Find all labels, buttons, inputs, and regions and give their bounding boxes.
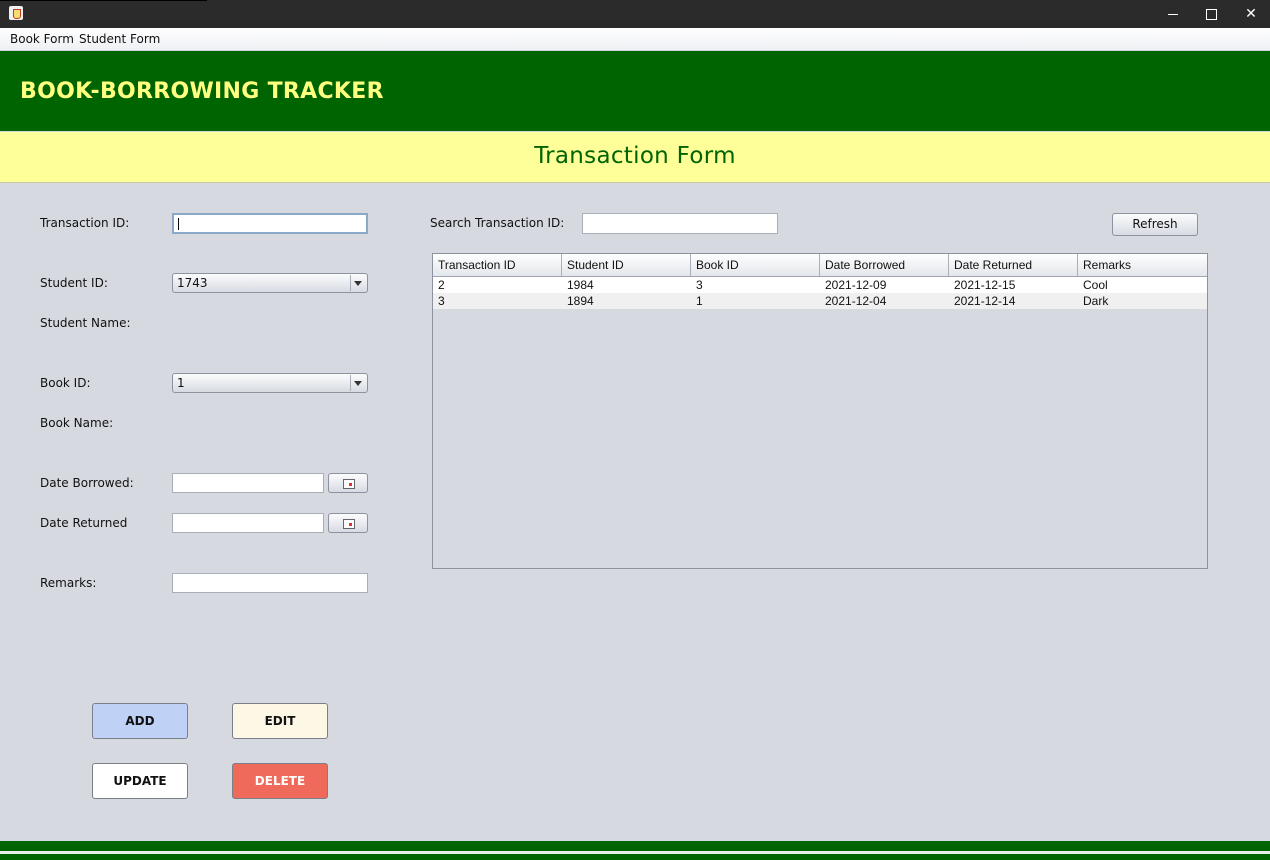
calendar-icon [343,519,355,529]
table-cell: 2 [438,278,445,292]
table-cell: Cool [1083,278,1108,292]
menu-student-form[interactable]: Student Form [79,32,160,46]
text-caret [178,218,179,230]
table-cell: 3 [438,294,445,308]
titlebar-edge [0,0,207,1]
student-id-value: 1743 [177,276,208,290]
column-header-remarks[interactable]: Remarks [1078,254,1207,276]
menu-book-form[interactable]: Book Form [10,32,74,46]
chevron-down-icon[interactable] [350,275,366,291]
column-header-student-id[interactable]: Student ID [562,254,691,276]
table-row[interactable]: 2 1984 3 2021-12-09 2021-12-15 Cool [433,277,1207,293]
column-header-date-borrowed[interactable]: Date Borrowed [820,254,949,276]
table-cell: 1894 [567,294,594,308]
app-title: BOOK-BORROWING TRACKER [20,79,384,104]
table-cell: 2021-12-14 [954,294,1016,308]
chevron-down-icon[interactable] [350,375,366,391]
book-id-label: Book ID: [40,376,91,390]
table-cell: 1984 [567,278,594,292]
date-returned-calendar-button[interactable] [328,513,368,533]
search-transaction-label: Search Transaction ID: [430,216,565,230]
column-header-transaction-id[interactable]: Transaction ID [433,254,562,276]
book-name-label: Book Name: [40,416,114,430]
table-cell: 1 [696,294,703,308]
menubar: Book Form Student Form [0,28,1270,51]
column-header-date-returned[interactable]: Date Returned [949,254,1078,276]
column-header-book-id[interactable]: Book ID [691,254,820,276]
date-borrowed-calendar-button[interactable] [328,473,368,493]
table-cell: Dark [1083,294,1109,308]
transaction-id-input[interactable] [172,213,368,234]
date-borrowed-label: Date Borrowed: [40,476,134,490]
remarks-label: Remarks: [40,576,97,590]
table-cell: 2021-12-15 [954,278,1016,292]
form-title: Transaction Form [534,143,736,169]
student-id-label: Student ID: [40,276,108,290]
search-transaction-input[interactable] [582,213,778,234]
date-borrowed-input[interactable] [172,473,324,493]
student-id-select[interactable]: 1743 [172,273,368,293]
transactions-table[interactable]: Transaction ID Student ID Book ID Date B… [432,253,1208,569]
app-header: BOOK-BORROWING TRACKER [0,51,1270,131]
footer-bar-bottom [0,854,1270,860]
table-row[interactable]: 3 1894 1 2021-12-04 2021-12-14 Dark [433,293,1207,309]
date-returned-label: Date Returned [40,516,128,530]
edit-button[interactable]: EDIT [232,703,328,739]
java-app-icon [9,6,23,20]
window-titlebar: ✕ [0,0,1270,28]
date-returned-input[interactable] [172,513,324,533]
add-button[interactable]: ADD [92,703,188,739]
footer-bar [0,841,1270,851]
calendar-icon [343,479,355,489]
book-id-select[interactable]: 1 [172,373,368,393]
book-id-value: 1 [177,376,185,390]
table-header: Transaction ID Student ID Book ID Date B… [433,254,1207,277]
student-name-label: Student Name: [40,316,131,330]
table-cell: 3 [696,278,703,292]
form-header: Transaction Form [0,132,1270,183]
delete-button[interactable]: DELETE [232,763,328,799]
table-cell: 2021-12-09 [825,278,887,292]
transaction-id-label: Transaction ID: [40,216,130,230]
update-button[interactable]: UPDATE [92,763,188,799]
refresh-button[interactable]: Refresh [1112,213,1198,236]
close-icon[interactable]: ✕ [1228,0,1270,28]
table-cell: 2021-12-04 [825,294,887,308]
remarks-input[interactable] [172,573,368,593]
